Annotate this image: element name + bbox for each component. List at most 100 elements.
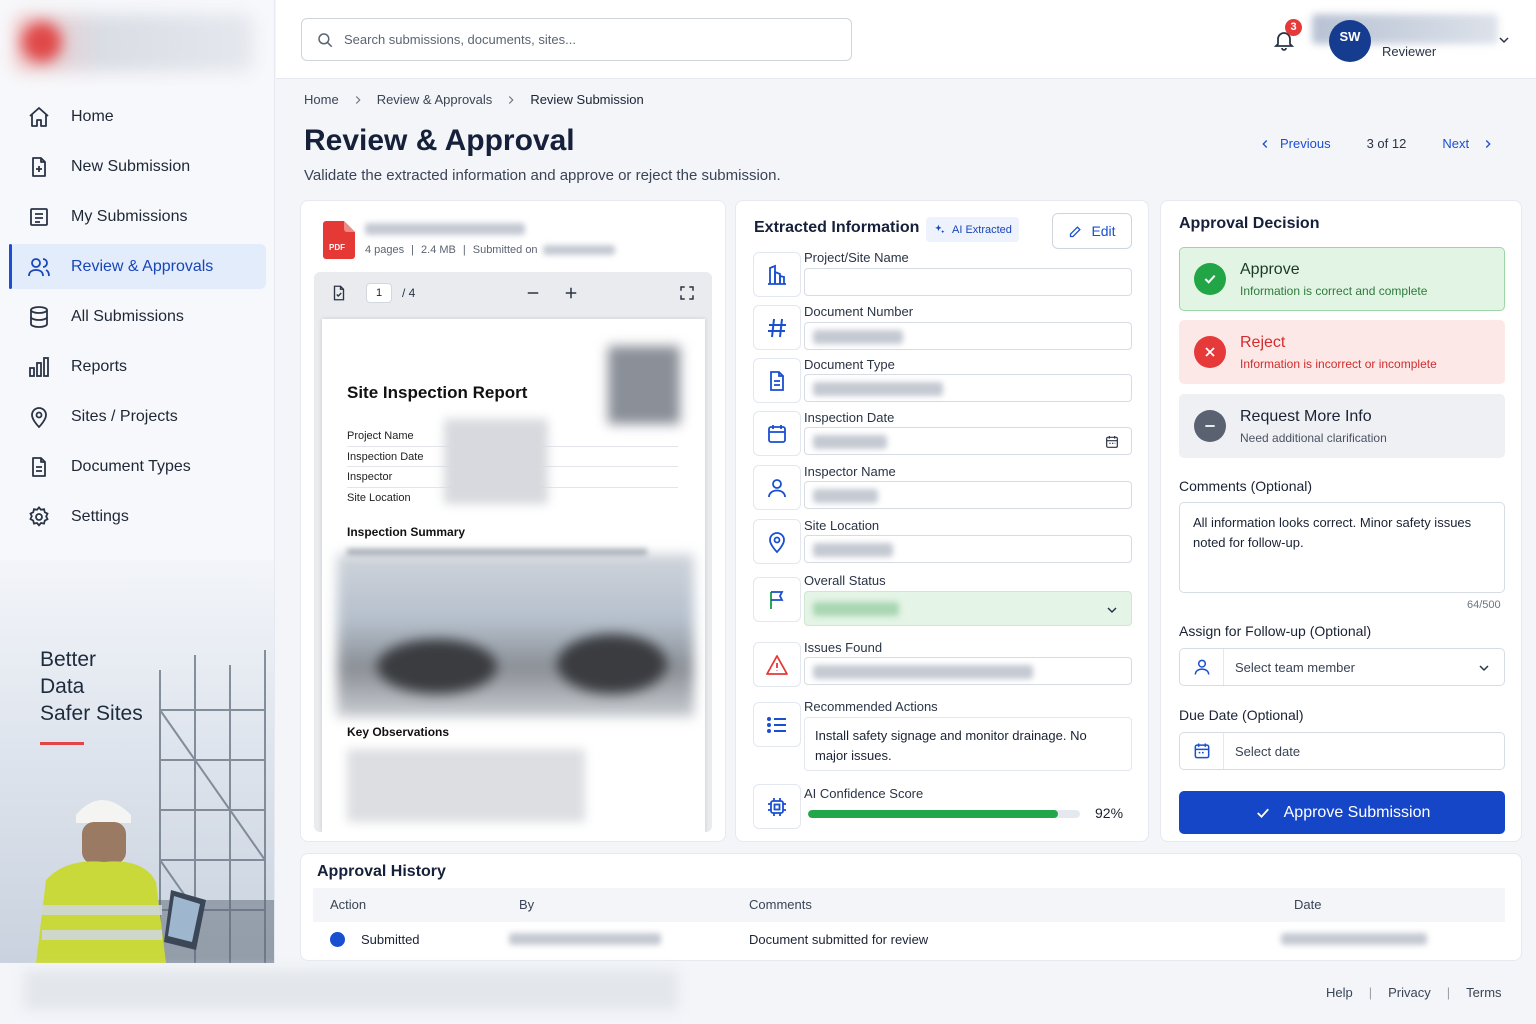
reject-option[interactable]: Reject Information is incorrect or incom… [1179,320,1505,384]
sidebar-item-document-types[interactable]: Document Types [9,444,266,489]
value-blurred [813,543,893,557]
field-label: Document Number [804,304,914,319]
approval-decision-card: Approval Decision Approve Information is… [1160,200,1522,842]
field-icon-issues [753,642,801,687]
sidebar-item-label: New Submission [71,157,191,175]
pdf-page: Site Inspection Report Project Name Insp… [322,319,705,832]
inspector-name-field[interactable] [804,481,1132,509]
zoom-in-icon[interactable] [562,284,580,302]
comments-label: Comments (Optional) [1179,478,1313,494]
zoom-out-icon[interactable] [524,284,542,302]
check-icon [1256,808,1269,818]
sidebar-item-my-submissions[interactable]: My Submissions [9,194,266,239]
request-more-info-option[interactable]: Request More Info Need additional clarif… [1179,394,1505,458]
sidebar-item-label: Review & Approvals [71,257,214,275]
sidebar-item-new-submission[interactable]: New Submission [9,144,266,189]
breadcrumb-review-approvals[interactable]: Review & Approvals [377,92,493,107]
chevron-right-icon [509,95,514,104]
project-name-field[interactable] [804,268,1132,296]
tagline-line: Safer Sites [40,702,143,725]
sidebar-item-settings[interactable]: Settings [9,494,266,539]
search-icon [318,32,333,47]
fullscreen-icon[interactable] [678,284,696,302]
recommended-actions-field[interactable]: Install safety signage and monitor drain… [804,717,1132,771]
next-label: Next [1442,136,1470,151]
field-icon-confidence [753,784,801,829]
document-number-field[interactable] [804,322,1132,350]
sidebar-item-home[interactable]: Home [9,94,266,139]
history-table-header [313,888,1505,922]
file-size: 2.4 MB [421,244,456,256]
report-row-label: Inspection Date [347,451,424,463]
top-bar: 3 SW Reviewer [276,0,1536,79]
comments-textarea[interactable]: All information looks correct. Minor saf… [1179,502,1505,593]
footer-help-link[interactable]: Help [1326,985,1353,1000]
field-icon-project [753,252,801,297]
search-box[interactable] [301,18,852,61]
page-total: / 4 [402,286,416,300]
document-file-name [365,223,525,235]
sidebar-item-label: Home [71,107,114,125]
chevron-right-icon [355,95,361,104]
x-circle-icon [1194,336,1226,368]
chevron-right-icon [1485,139,1491,148]
page-thumbnails-icon[interactable] [330,284,348,302]
calendar-icon [1180,733,1224,769]
next-button[interactable]: Next [1442,136,1495,151]
page-number-input[interactable]: 1 [366,283,392,303]
option-description: Need additional clarification [1240,430,1387,445]
field-icon-inspector [753,465,801,510]
previous-button[interactable]: Previous [1258,136,1331,151]
sidebar-item-review-approvals[interactable]: Review & Approvals [9,244,266,289]
page-title: Review & Approval [304,124,575,157]
assign-label: Assign for Follow-up (Optional) [1179,623,1372,639]
edit-label: Edit [1091,223,1116,239]
breadcrumb-home[interactable]: Home [304,92,339,107]
pdf-viewer: 1 / 4 Site Inspection Report Project Nam… [314,272,712,832]
field-label: Inspection Date [804,410,895,425]
chevron-down-icon [1107,607,1117,614]
logo-mark [22,22,62,62]
submission-pager: Previous 3 of 12 Next [1258,136,1495,151]
history-date-blurred [1281,933,1427,945]
approve-submission-button[interactable]: Approve Submission [1179,791,1505,834]
chevron-down-icon[interactable] [1496,32,1512,48]
sidebar-item-all-submissions[interactable]: All Submissions [9,294,266,339]
user-check-icon [28,257,50,276]
report-observations-blurred [347,749,585,822]
column-header: By [519,897,535,912]
map-pin-icon [769,531,785,553]
breadcrumb: Home Review & Approvals Review Submissio… [304,92,644,107]
history-by-blurred [509,933,661,945]
database-icon [30,305,48,328]
footer-links: Help | Privacy | Terms [1326,985,1502,1000]
calendar-icon[interactable] [1104,434,1120,450]
approve-option[interactable]: Approve Information is correct and compl… [1179,247,1505,311]
extracted-title: Extracted Information [754,219,920,236]
report-image-blurred [337,554,694,717]
assign-team-member-select[interactable]: Select team member [1179,648,1505,686]
search-input[interactable] [344,32,824,47]
field-icon-number [753,305,801,350]
confidence-bar-fill [808,810,1059,818]
sidebar-item-reports[interactable]: Reports [9,344,266,389]
issues-found-field[interactable] [804,657,1132,685]
document-type-field[interactable] [804,374,1132,402]
value-blurred [813,665,1033,679]
worker-illustration [36,800,206,963]
breadcrumb-current: Review Submission [530,92,644,107]
report-row-label: Site Location [347,492,411,504]
footer-terms-link[interactable]: Terms [1466,985,1501,1000]
edit-button[interactable]: Edit [1052,213,1132,249]
pdf-icon: PDF [323,221,355,259]
overall-status-select[interactable] [804,591,1132,626]
confidence-bar [808,810,1080,818]
footer-privacy-link[interactable]: Privacy [1388,985,1431,1000]
avatar[interactable]: SW [1329,20,1371,62]
sidebar-item-sites-projects[interactable]: Sites / Projects [9,394,266,439]
map-pin-icon [31,406,47,428]
site-location-field[interactable] [804,535,1132,563]
due-date-picker[interactable]: Select date [1179,732,1505,770]
inspection-date-field[interactable] [804,427,1132,455]
sidebar-item-label: All Submissions [71,307,184,325]
